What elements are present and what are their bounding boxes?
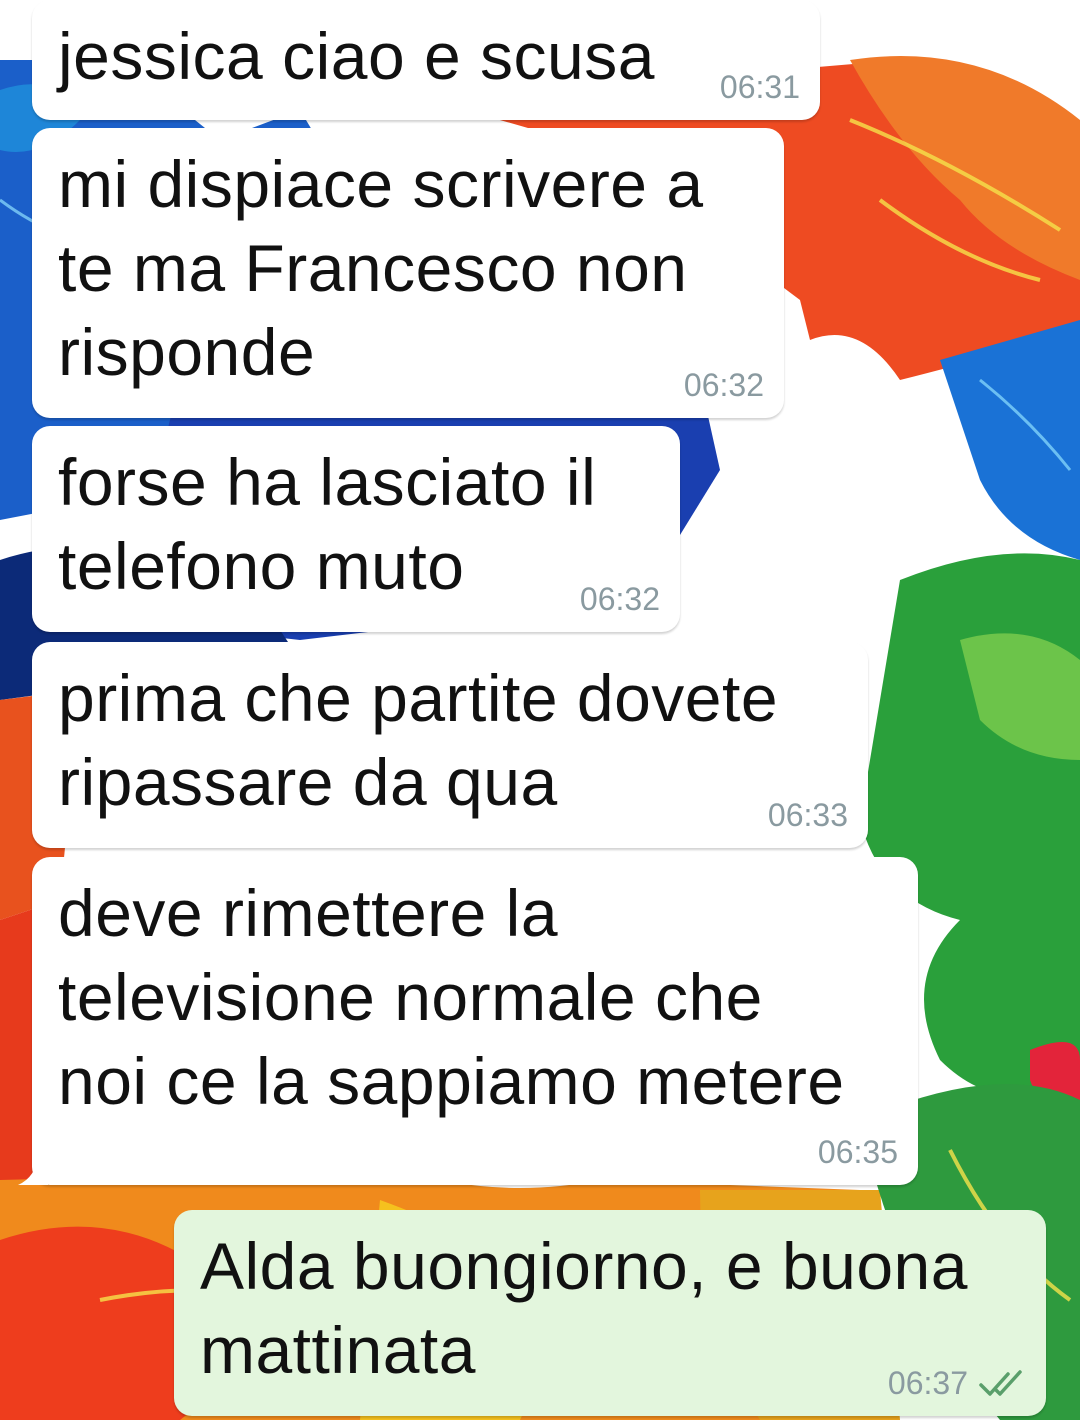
message-timestamp: 06:37 [888, 1365, 1026, 1402]
message-time-label: 06:37 [887, 1365, 968, 1401]
incoming-message-bubble[interactable]: mi dispiace scrivere a te ma Francesco n… [32, 128, 784, 418]
message-text: prima che partite dovete ripassare da qu… [58, 661, 779, 819]
message-timestamp: 06:35 [818, 1134, 898, 1171]
message-time-label: 06:31 [719, 69, 800, 105]
message-timestamp: 06:31 [720, 69, 800, 106]
message-text: deve rimettere la televisione normale ch… [58, 876, 845, 1118]
message-timestamp: 06:32 [684, 367, 764, 404]
incoming-message-bubble[interactable]: prima che partite dovete ripassare da qu… [32, 642, 868, 848]
double-check-read-icon [979, 1369, 1022, 1396]
incoming-message-bubble[interactable]: forse ha lasciato il telefono muto 06:32 [32, 426, 680, 632]
outgoing-message-bubble[interactable]: Alda buongiorno, e buona mattinata 06:37 [174, 1210, 1046, 1416]
bubble-tail-icon [18, 1155, 48, 1185]
message-timestamp: 06:33 [768, 797, 848, 834]
message-time-label: 06:35 [817, 1134, 898, 1170]
incoming-message-bubble[interactable]: jessica ciao e scusa 06:31 [32, 0, 820, 120]
message-timestamp: 06:32 [580, 581, 660, 618]
message-text: jessica ciao e scusa [58, 19, 655, 93]
message-text: mi dispiace scrivere a te ma Francesco n… [58, 147, 704, 389]
message-time-label: 06:32 [683, 367, 764, 403]
message-time-label: 06:33 [767, 797, 848, 833]
message-time-label: 06:32 [579, 581, 660, 617]
incoming-message-bubble[interactable]: deve rimettere la televisione normale ch… [18, 857, 918, 1185]
message-text: forse ha lasciato il telefono muto [58, 445, 597, 603]
